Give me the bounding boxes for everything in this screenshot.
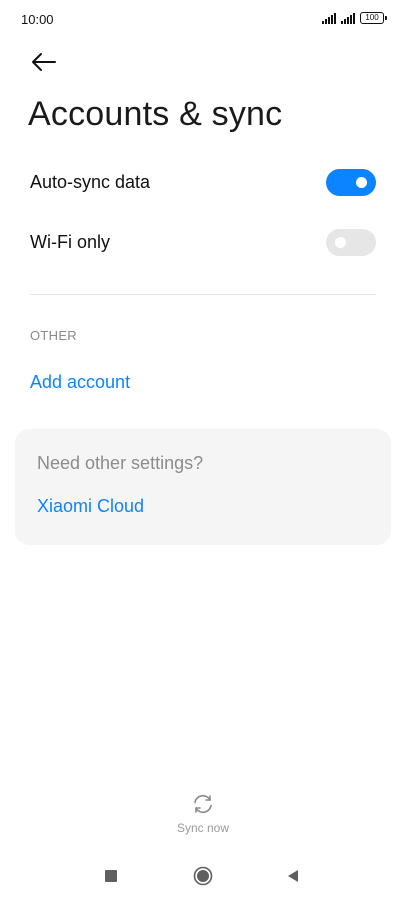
toggle-knob (335, 236, 346, 248)
signal-1-icon (322, 13, 336, 24)
nav-back-button[interactable] (286, 869, 300, 883)
page-title: Accounts & sync (28, 95, 283, 133)
auto-sync-toggle[interactable] (326, 168, 376, 196)
sync-now-label: Sync now (176, 821, 230, 835)
back-button[interactable] (24, 46, 64, 78)
wifi-only-label: Wi-Fi only (30, 231, 110, 252)
wifi-only-row[interactable]: Wi-Fi only (30, 222, 376, 262)
signal-2-icon (341, 13, 355, 24)
sync-now-button[interactable]: Sync now (163, 790, 243, 840)
battery-icon: 100 (360, 12, 387, 24)
status-time: 10:00 (21, 12, 54, 27)
accounts-sync-screen: 10:00 100 Accounts & sync Auto-sync data… (0, 0, 406, 902)
recent-apps-button[interactable] (105, 870, 117, 882)
auto-sync-label: Auto-sync data (30, 171, 151, 192)
card-title: Need other settings? (37, 453, 204, 473)
wifi-only-toggle[interactable] (326, 228, 376, 256)
status-icons: 100 (322, 12, 387, 24)
section-header-other: OTHER (30, 328, 77, 343)
sync-icon (194, 794, 212, 814)
add-account-button[interactable]: Add account (30, 372, 130, 393)
home-button[interactable] (193, 866, 213, 886)
status-bar: 10:00 100 (0, 0, 406, 40)
xiaomi-cloud-link[interactable]: Xiaomi Cloud (37, 496, 144, 517)
divider (30, 294, 376, 295)
navigation-bar (0, 856, 406, 896)
arrow-left-icon (32, 53, 56, 71)
auto-sync-row[interactable]: Auto-sync data (30, 162, 376, 202)
toggle-knob (356, 176, 367, 188)
other-settings-card: Need other settings? Xiaomi Cloud (15, 429, 391, 545)
